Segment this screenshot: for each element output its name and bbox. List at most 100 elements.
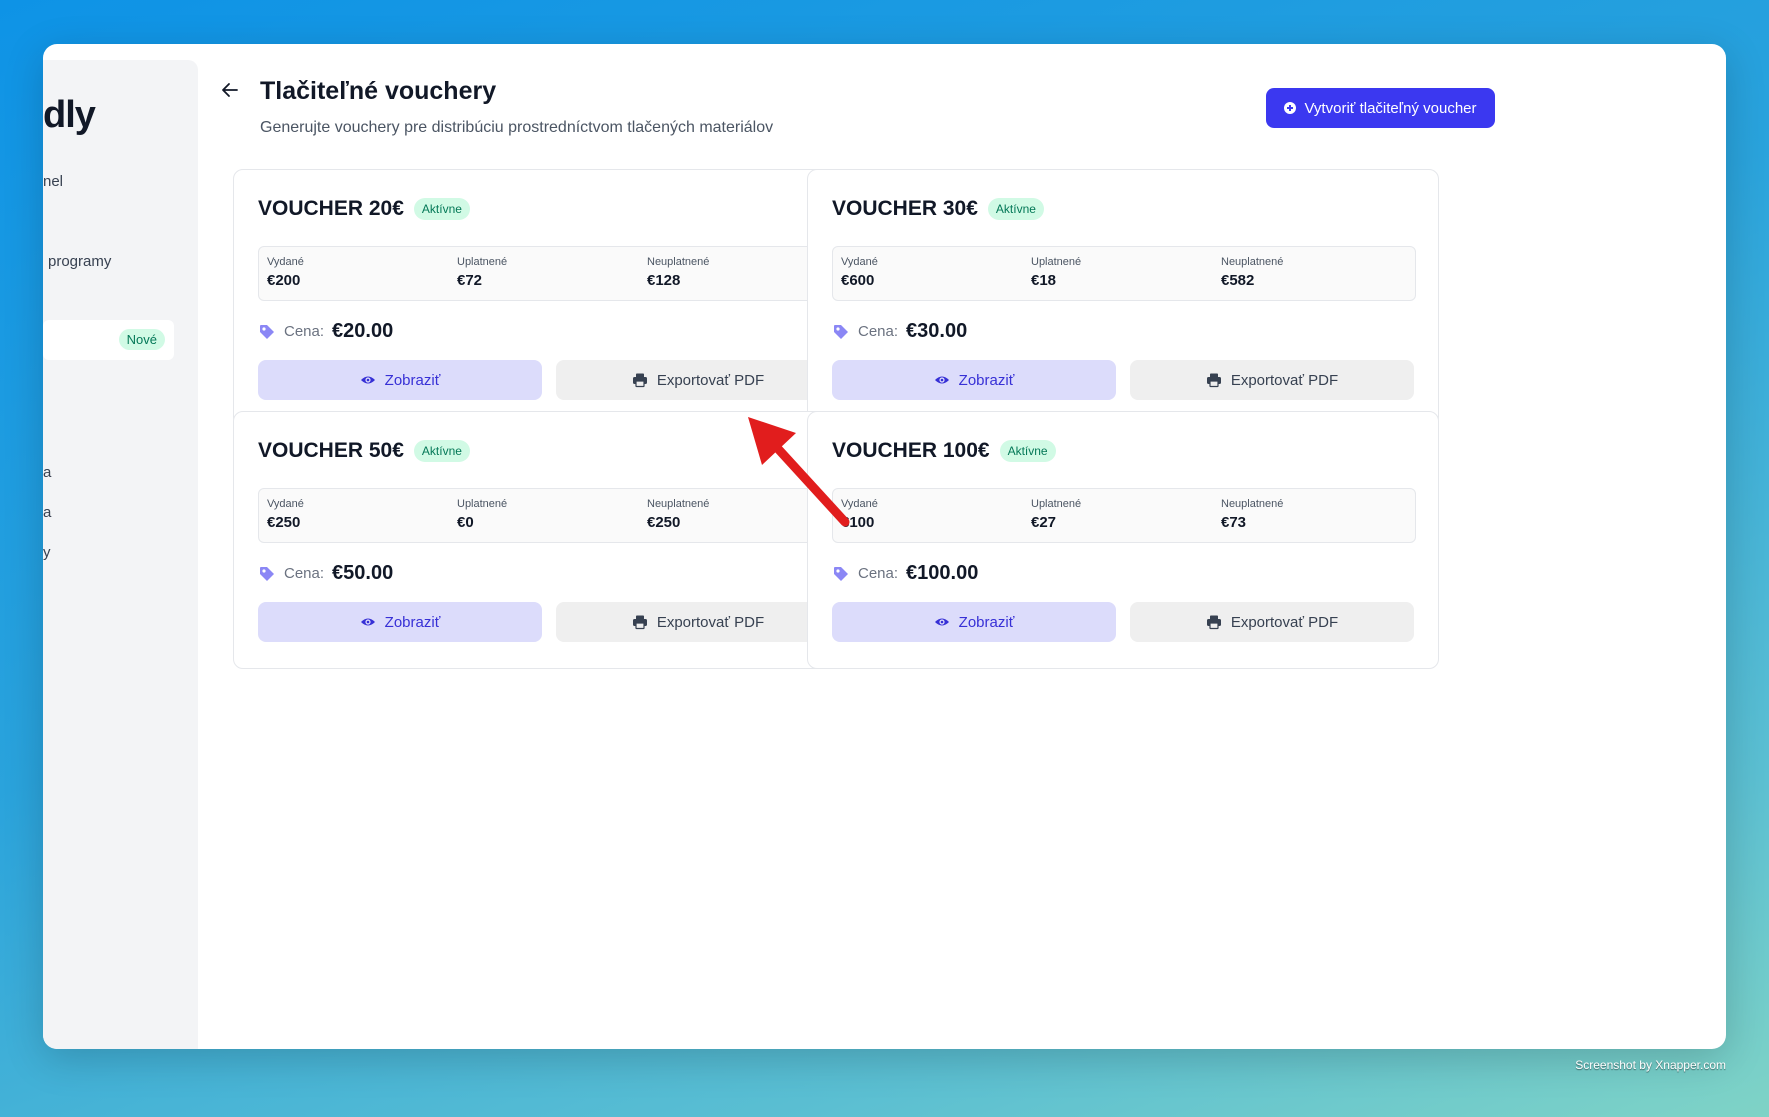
back-arrow-icon[interactable] bbox=[220, 80, 240, 100]
brand-logo: dly bbox=[43, 94, 96, 136]
printer-icon bbox=[632, 373, 647, 388]
export-button-label: Exportovať PDF bbox=[656, 613, 765, 631]
stat-redeemed-label: Uplatnené bbox=[1031, 498, 1082, 510]
price-value: €50.00 bbox=[332, 562, 394, 584]
create-voucher-button[interactable]: Vytvoriť tlačiteľný voucher bbox=[1266, 88, 1495, 128]
voucher-stats: Vydané €100 Uplatnené €27 Neuplatnené €7… bbox=[832, 488, 1416, 543]
stat-unredeemed-label: Neuplatnené bbox=[1221, 498, 1284, 510]
stat-unredeemed: Neuplatnené €582 bbox=[1221, 256, 1283, 289]
price-row: Cena: €20.00 bbox=[258, 320, 393, 343]
view-button[interactable]: Zobraziť bbox=[258, 360, 542, 400]
stat-redeemed-label: Uplatnené bbox=[457, 498, 508, 510]
export-button-label: Exportovať PDF bbox=[1230, 613, 1339, 631]
watermark: Screenshot by Xnapper.com bbox=[1575, 1058, 1726, 1072]
page-title: Tlačiteľné vouchery bbox=[260, 77, 497, 105]
stat-unredeemed: Neuplatnené €128 bbox=[647, 256, 709, 289]
stat-issued-value: €250 bbox=[267, 514, 301, 531]
price-label: Cena: bbox=[858, 565, 899, 582]
printer-icon bbox=[632, 615, 647, 630]
tag-icon bbox=[260, 566, 274, 581]
stat-redeemed-value: €27 bbox=[1031, 514, 1057, 531]
view-button[interactable]: Zobraziť bbox=[258, 602, 542, 642]
view-button-label: Zobraziť bbox=[384, 613, 441, 631]
voucher-title: VOUCHER 30€ bbox=[832, 197, 978, 220]
export-pdf-button[interactable]: Exportovať PDF bbox=[1130, 360, 1414, 400]
view-button-label: Zobraziť bbox=[958, 371, 1015, 389]
stat-unredeemed-value: €582 bbox=[1221, 272, 1255, 289]
printer-icon bbox=[1206, 615, 1221, 630]
voucher-stats: Vydané €600 Uplatnené €18 Neuplatnené €5… bbox=[832, 246, 1416, 301]
status-badge: Aktívne bbox=[413, 440, 470, 462]
status-badge: Aktívne bbox=[413, 198, 470, 220]
view-button-label: Zobraziť bbox=[958, 613, 1015, 631]
view-button[interactable]: Zobraziť bbox=[832, 360, 1116, 400]
voucher-title: VOUCHER 50€ bbox=[258, 439, 404, 462]
stat-unredeemed-label: Neuplatnené bbox=[1221, 256, 1284, 268]
stat-redeemed: Uplatnené €27 bbox=[1031, 498, 1081, 531]
tag-icon bbox=[260, 324, 274, 339]
stat-redeemed-value: €72 bbox=[457, 272, 483, 289]
price-row: Cena: €50.00 bbox=[258, 562, 393, 585]
new-badge: Nové bbox=[118, 329, 165, 350]
eye-icon bbox=[360, 618, 375, 626]
main-content: Tlačiteľné vouchery Generujte vouchery p… bbox=[198, 44, 1726, 1049]
price-value: €30.00 bbox=[906, 320, 968, 342]
export-button-label: Exportovať PDF bbox=[656, 371, 765, 389]
tag-icon bbox=[834, 566, 848, 581]
sidebar-item-5[interactable]: y bbox=[43, 544, 51, 561]
status-badge: Aktívne bbox=[999, 440, 1056, 462]
stat-issued: Vydané €250 bbox=[267, 498, 304, 531]
view-button[interactable]: Zobraziť bbox=[832, 602, 1116, 642]
tag-icon bbox=[834, 324, 848, 339]
eye-icon bbox=[360, 376, 375, 384]
stat-issued-label: Vydané bbox=[267, 256, 304, 268]
stat-unredeemed: Neuplatnené €250 bbox=[647, 498, 709, 531]
voucher-title-row: VOUCHER 100€ Aktívne bbox=[832, 439, 1056, 463]
voucher-card-2: VOUCHER 30€ Aktívne Vydané €600 Uplatnen… bbox=[807, 169, 1439, 427]
stat-issued-label: Vydané bbox=[267, 498, 304, 510]
stat-redeemed-value: €18 bbox=[1031, 272, 1057, 289]
price-label: Cena: bbox=[284, 565, 325, 582]
create-voucher-label: Vytvoriť tlačiteľný voucher bbox=[1304, 99, 1477, 117]
voucher-title-row: VOUCHER 50€ Aktívne bbox=[258, 439, 470, 463]
price-row: Cena: €30.00 bbox=[832, 320, 967, 343]
voucher-card-4: VOUCHER 100€ Aktívne Vydané €100 Uplatne… bbox=[807, 411, 1439, 669]
price-label: Cena: bbox=[858, 323, 899, 340]
sidebar-item-2[interactable]: programy bbox=[48, 253, 111, 270]
stat-issued-value: €600 bbox=[841, 272, 875, 289]
stat-unredeemed-label: Neuplatnené bbox=[647, 256, 710, 268]
stat-redeemed: Uplatnené €18 bbox=[1031, 256, 1081, 289]
annotation-arrow-icon bbox=[748, 417, 850, 527]
export-pdf-button[interactable]: Exportovať PDF bbox=[1130, 602, 1414, 642]
app-window: dly nel programy Nové a a y Tlačiteľné v… bbox=[43, 44, 1726, 1049]
price-label: Cena: bbox=[284, 323, 325, 340]
price-row: Cena: €100.00 bbox=[832, 562, 978, 585]
sidebar-item-3[interactable]: a bbox=[43, 464, 51, 481]
voucher-stats: Vydané €200 Uplatnené €72 Neuplatnené €1… bbox=[258, 246, 842, 301]
stat-redeemed: Uplatnené €0 bbox=[457, 498, 507, 531]
plus-circle-icon bbox=[1284, 102, 1297, 114]
view-button-label: Zobraziť bbox=[384, 371, 441, 389]
stat-issued: Vydané €600 bbox=[841, 256, 878, 289]
stat-issued-label: Vydané bbox=[841, 256, 878, 268]
price-value: €20.00 bbox=[332, 320, 394, 342]
sidebar-item-active[interactable]: Nové bbox=[43, 320, 174, 360]
stat-redeemed: Uplatnené €72 bbox=[457, 256, 507, 289]
stat-unredeemed-value: €250 bbox=[647, 514, 681, 531]
stat-issued-value: €200 bbox=[267, 272, 301, 289]
sidebar: dly nel programy Nové a a y bbox=[43, 60, 198, 1049]
stat-unredeemed-value: €128 bbox=[647, 272, 681, 289]
printer-icon bbox=[1206, 373, 1221, 388]
voucher-title-row: VOUCHER 20€ Aktívne bbox=[258, 197, 470, 221]
sidebar-item-1[interactable]: nel bbox=[43, 173, 63, 190]
export-pdf-button[interactable]: Exportovať PDF bbox=[556, 360, 840, 400]
voucher-card-1: VOUCHER 20€ Aktívne Vydané €200 Uplatnen… bbox=[233, 169, 865, 427]
sidebar-item-4[interactable]: a bbox=[43, 504, 51, 521]
eye-icon bbox=[934, 618, 949, 626]
export-pdf-button[interactable]: Exportovať PDF bbox=[556, 602, 840, 642]
page-subtitle: Generujte vouchery pre distribúciu prost… bbox=[260, 119, 774, 136]
stat-unredeemed-label: Neuplatnené bbox=[647, 498, 710, 510]
stat-unredeemed-value: €73 bbox=[1221, 514, 1247, 531]
stat-issued: Vydané €200 bbox=[267, 256, 304, 289]
stat-redeemed-label: Uplatnené bbox=[1031, 256, 1082, 268]
